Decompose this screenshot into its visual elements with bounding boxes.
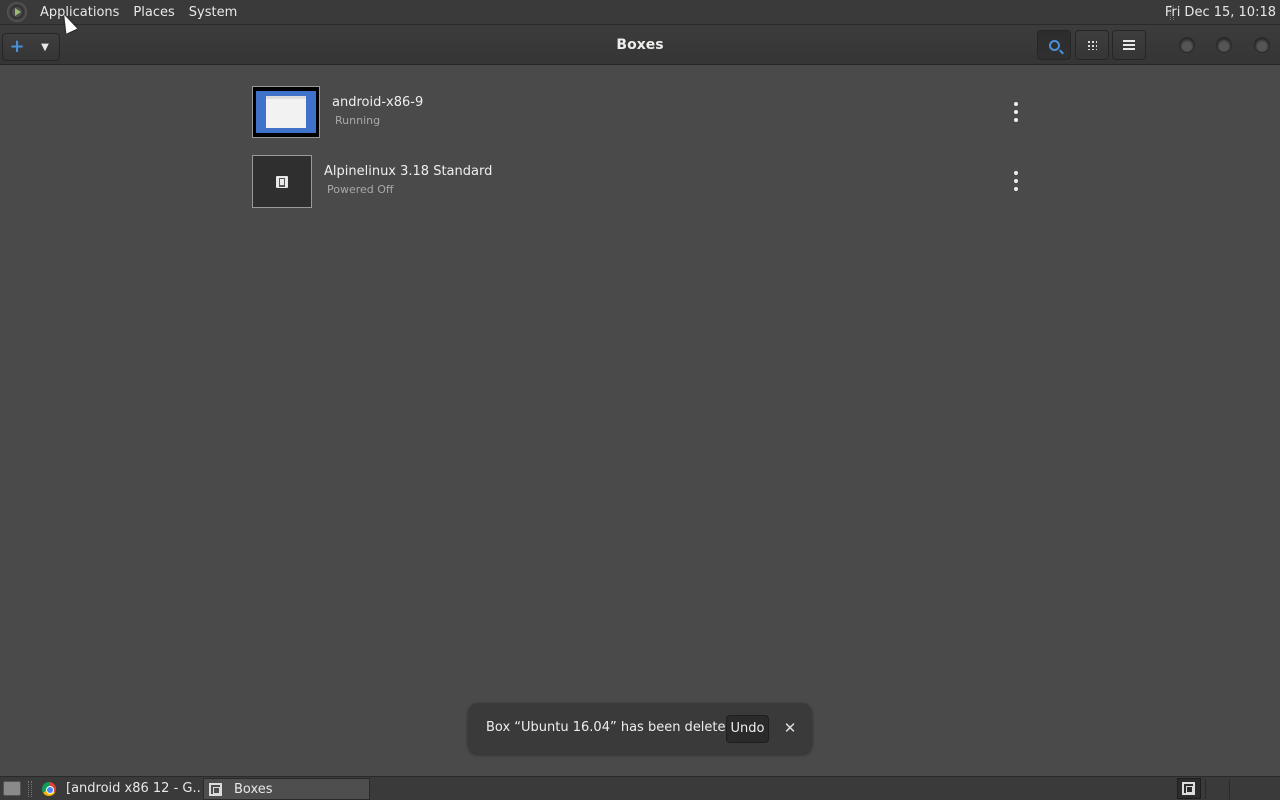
box-status: Running [335,114,381,127]
taskbar-item-android[interactable]: [android x86 12 - G... [36,778,201,800]
box-name: android-x86-9 [332,95,424,110]
boxes-icon [209,783,222,796]
distro-logo-icon[interactable] [7,2,27,22]
grid-view-button[interactable] [1075,30,1109,60]
box-name: Alpinelinux 3.18 Standard [324,164,493,179]
chrome-icon [42,782,56,796]
box-options-icon[interactable] [1012,102,1020,122]
thumbnail-window [266,96,306,128]
chevron-down-icon[interactable]: ▼ [31,42,59,53]
box-item-alpine[interactable]: Alpinelinux 3.18 Standard Powered Off [252,155,1032,209]
undo-button[interactable]: Undo [726,715,769,743]
menu-applications[interactable]: Applications [33,0,126,25]
box-thumbnail[interactable] [252,155,312,208]
taskbar-handle [28,781,32,797]
show-desktop-icon[interactable] [3,781,21,796]
plus-icon: + [9,36,25,57]
header-bar: + ▼ Boxes [0,25,1280,65]
top-panel: Applications Places System Fri Dec 15, 1… [0,0,1280,25]
notification-message: Box “Ubuntu 16.04” has been deleted [486,720,734,735]
search-button[interactable] [1037,30,1071,60]
minimize-button[interactable] [1179,37,1195,53]
close-icon[interactable]: ✕ [782,718,798,738]
taskbar: [android x86 12 - G... Boxes [0,776,1280,800]
clock[interactable]: Fri Dec 15, 10:18 [1165,0,1276,25]
task-label: Boxes [234,782,273,797]
search-icon [1048,39,1060,51]
workspace-switcher[interactable] [1177,778,1201,799]
vm-icon [276,176,288,188]
menu-system[interactable]: System [182,0,244,25]
boxes-icon [1182,782,1195,795]
box-status: Powered Off [327,183,394,196]
deleted-notification: Box “Ubuntu 16.04” has been deleted Undo… [468,703,812,754]
main-menu-button[interactable] [1112,30,1146,60]
box-item-android[interactable]: android-x86-9 Running [252,86,1032,140]
menu-places[interactable]: Places [126,0,181,25]
task-label: [android x86 12 - G... [66,781,201,796]
hamburger-menu-icon [1123,40,1135,50]
box-options-icon[interactable] [1012,171,1020,191]
grid-view-icon [1087,40,1097,50]
close-button[interactable] [1254,37,1270,53]
tray-separator [1205,779,1206,799]
box-thumbnail[interactable] [252,86,320,138]
taskbar-item-boxes[interactable]: Boxes [203,778,370,800]
tray-separator [1229,779,1230,799]
maximize-button[interactable] [1216,37,1232,53]
new-box-button[interactable]: + ▼ [2,33,60,61]
